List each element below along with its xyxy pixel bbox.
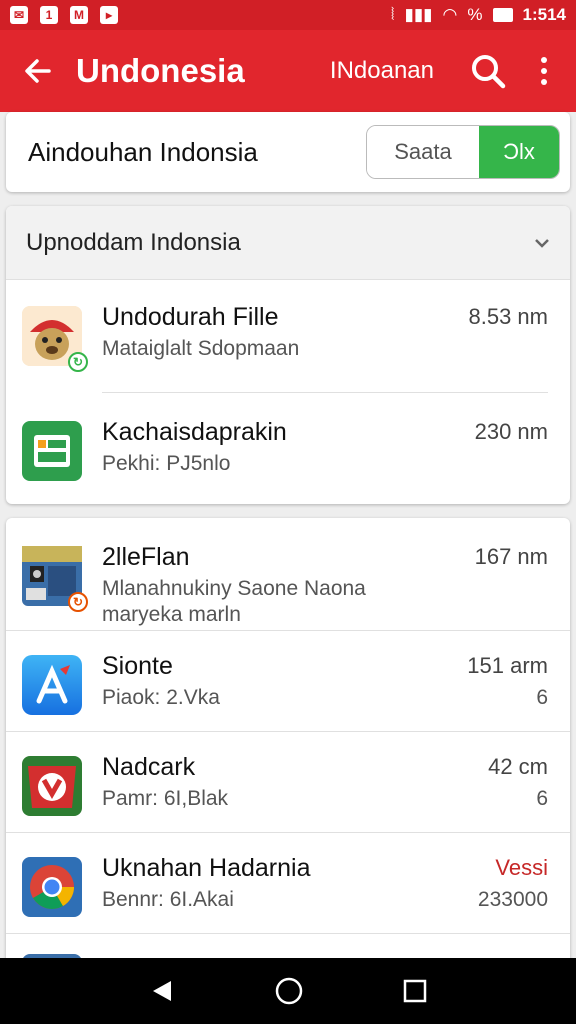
wifi-icon: ◠: [442, 5, 458, 24]
list-item[interactable]: Uknahan Hadarnia Bennr: 6I.Akai Vessi 23…: [6, 833, 570, 933]
app-icon-file: ↻: [22, 546, 88, 612]
list-item[interactable]: ↻ 2lleFlan Mlanahnukiny Saone Naona mary…: [6, 518, 570, 630]
filter-title: Aindouhan Indonsia: [28, 136, 258, 167]
item-size: 230 nm: [474, 419, 548, 444]
list-item[interactable]: Kachaisdaprakin Pekhi: PJ5nlo 230 nm: [6, 393, 570, 503]
app-subtitle[interactable]: INdoanan: [330, 57, 434, 85]
item-subtitle: Pekhi: PJ5nlo: [102, 452, 231, 475]
app-icon-green: [22, 421, 82, 481]
item-subtitle: Bennr: 6I.Akai: [102, 888, 234, 911]
item-title: Nadcark: [102, 753, 196, 781]
search-button[interactable]: [464, 47, 512, 95]
item-subtitle: Pamr: 6I,Blak: [102, 787, 229, 810]
nav-recents-icon[interactable]: [403, 979, 427, 1003]
battery-icon: [492, 8, 513, 22]
clock: 1:514: [522, 5, 566, 24]
list-item[interactable]: Sionte Piaok: 2.Vka 151 arm 6: [6, 631, 570, 731]
chevron-down-icon: [535, 238, 549, 248]
section-card: Upnoddam Indonsia ↻ Undodurah Fille Mata…: [6, 206, 570, 504]
item-size: 167 nm: [474, 544, 548, 569]
toggle-option-left[interactable]: Saata: [367, 126, 479, 178]
notification-icon: ✉: [10, 6, 28, 24]
vibrate-icon: ⦚: [390, 5, 395, 24]
item-size: 42 cm: [488, 754, 548, 779]
download-list-card: ↻ 2lleFlan Mlanahnukiny Saone Naona mary…: [6, 518, 570, 968]
page-title: Undonesia: [76, 52, 245, 89]
nav-back-icon[interactable]: [149, 978, 175, 1004]
app-icon-dog: ↻: [22, 306, 88, 372]
item-title: Sionte: [102, 652, 173, 680]
item-size: 8.53 nm: [468, 304, 549, 329]
list-item[interactable]: Nadcark Pamr: 6I,Blak 42 cm 6: [6, 732, 570, 832]
item-title: Undodurah Fille: [102, 303, 279, 331]
navigation-bar: [0, 958, 576, 1024]
item-size: 151 arm: [467, 653, 548, 678]
item-subtitle: Mlanahnukiny Saone Naona: [102, 577, 366, 600]
status-bar: ✉ 1 M ▸ ⦚ ▮▮▮ ◠ % 1:514: [0, 0, 576, 30]
download-icon: ▸: [100, 6, 118, 24]
item-status: Vessi: [495, 855, 548, 880]
item-extra: 233000: [477, 888, 548, 911]
nav-home-icon[interactable]: [274, 976, 304, 1006]
item-extra: 6: [536, 686, 548, 709]
chrome-icon: [22, 857, 82, 917]
battery-pct: %: [467, 5, 483, 24]
gmail-icon: M: [70, 6, 88, 24]
overflow-menu-button[interactable]: [532, 47, 556, 95]
item-subtitle-2: maryeka marln: [102, 603, 241, 626]
search-icon: [472, 55, 506, 89]
app-icon-red: [22, 756, 82, 816]
list-item[interactable]: ↻ Undodurah Fille Mataiglalt Sdopmaan 8.…: [6, 280, 570, 392]
item-title: 2lleFlan: [102, 543, 190, 571]
arrow-back-icon: [25, 59, 51, 83]
toggle-option-right[interactable]: Ͻlx: [479, 126, 559, 178]
update-badge-icon: ↻: [68, 352, 88, 372]
section-header[interactable]: Upnoddam Indonsia: [6, 206, 570, 280]
item-extra: 6: [536, 787, 548, 810]
back-button[interactable]: [0, 30, 76, 112]
item-subtitle: Mataiglalt Sdopmaan: [102, 337, 300, 360]
update-badge-icon: ↻: [68, 592, 88, 612]
more-vert-icon: [541, 57, 547, 63]
mail-icon: 1: [40, 6, 58, 24]
segmented-toggle[interactable]: Saata Ͻlx: [366, 125, 560, 179]
item-title: Uknahan Hadarnia: [102, 854, 311, 882]
section-title: Upnoddam Indonsia: [26, 228, 241, 256]
filter-card: Aindouhan Indonsia Saata Ͻlx: [6, 112, 570, 192]
item-title: Kachaisdaprakin: [102, 418, 287, 446]
item-subtitle: Piaok: 2.Vka: [102, 686, 220, 709]
app-bar: Undonesia INdoanan: [0, 30, 576, 112]
app-store-icon: [22, 655, 82, 715]
signal-icon: ▮▮▮: [404, 5, 433, 24]
